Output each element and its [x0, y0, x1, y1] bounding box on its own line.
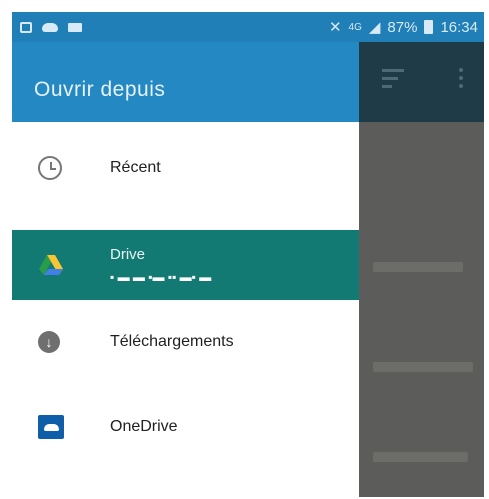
drawer-item-recent[interactable]: Récent [12, 138, 359, 198]
more-options-icon [459, 68, 463, 92]
drawer-title: Ouvrir depuis [34, 78, 166, 101]
onedrive-icon [38, 415, 64, 439]
background-list-text [373, 262, 463, 272]
clock-time: 16:34 [440, 18, 478, 36]
drive-account-email: ▪ ▬ ▬ ▪▬ ▪▪ ▬▪ ▬ [110, 270, 212, 284]
sort-icon [382, 69, 404, 93]
background-list-text [373, 452, 468, 462]
system-icons: ✕ 4G ◢ 87% 16:34 [328, 18, 484, 37]
network-type-label: 4G [348, 21, 362, 33]
battery-icon [424, 20, 434, 34]
drawer-item-label: Récent [110, 159, 161, 176]
drawer-item-onedrive[interactable]: OneDrive [12, 397, 359, 457]
google-drive-icon [39, 255, 63, 275]
drawer-item-label: OneDrive [110, 418, 178, 435]
drawer-item-label: Téléchargements [110, 333, 234, 350]
battery-percent: 87% [387, 18, 418, 36]
drawer-item-label: Drive [110, 246, 146, 263]
status-bar: ✕ 4G ◢ 87% 16:34 [12, 12, 484, 42]
image-notification-icon [68, 22, 82, 32]
drawer-item-drive[interactable]: Drive ▪ ▬ ▬ ▪▬ ▪▪ ▬▪ ▬ [12, 230, 359, 300]
drawer-header: Ouvrir depuis [12, 42, 359, 122]
screen: ✕ 4G ◢ 87% 16:34 Ouvrir depuis Récent Dr… [12, 12, 484, 497]
cloud-notification-icon [42, 22, 58, 32]
signal-icon: ◢ [368, 19, 381, 36]
background-list-text [373, 362, 473, 372]
notification-icons [12, 21, 82, 33]
clock-icon [38, 156, 62, 180]
screenshot-notification-icon [20, 21, 32, 33]
mute-icon: ✕ [328, 19, 342, 36]
drawer-scrim[interactable] [359, 122, 484, 497]
navigation-drawer: Ouvrir depuis Récent Drive ▪ ▬ ▬ ▪▬ ▪▪ ▬… [12, 42, 359, 497]
download-icon: ↓ [38, 331, 60, 353]
drawer-item-downloads[interactable]: ↓ Téléchargements [12, 312, 359, 372]
background-app-toolbar [359, 42, 484, 122]
